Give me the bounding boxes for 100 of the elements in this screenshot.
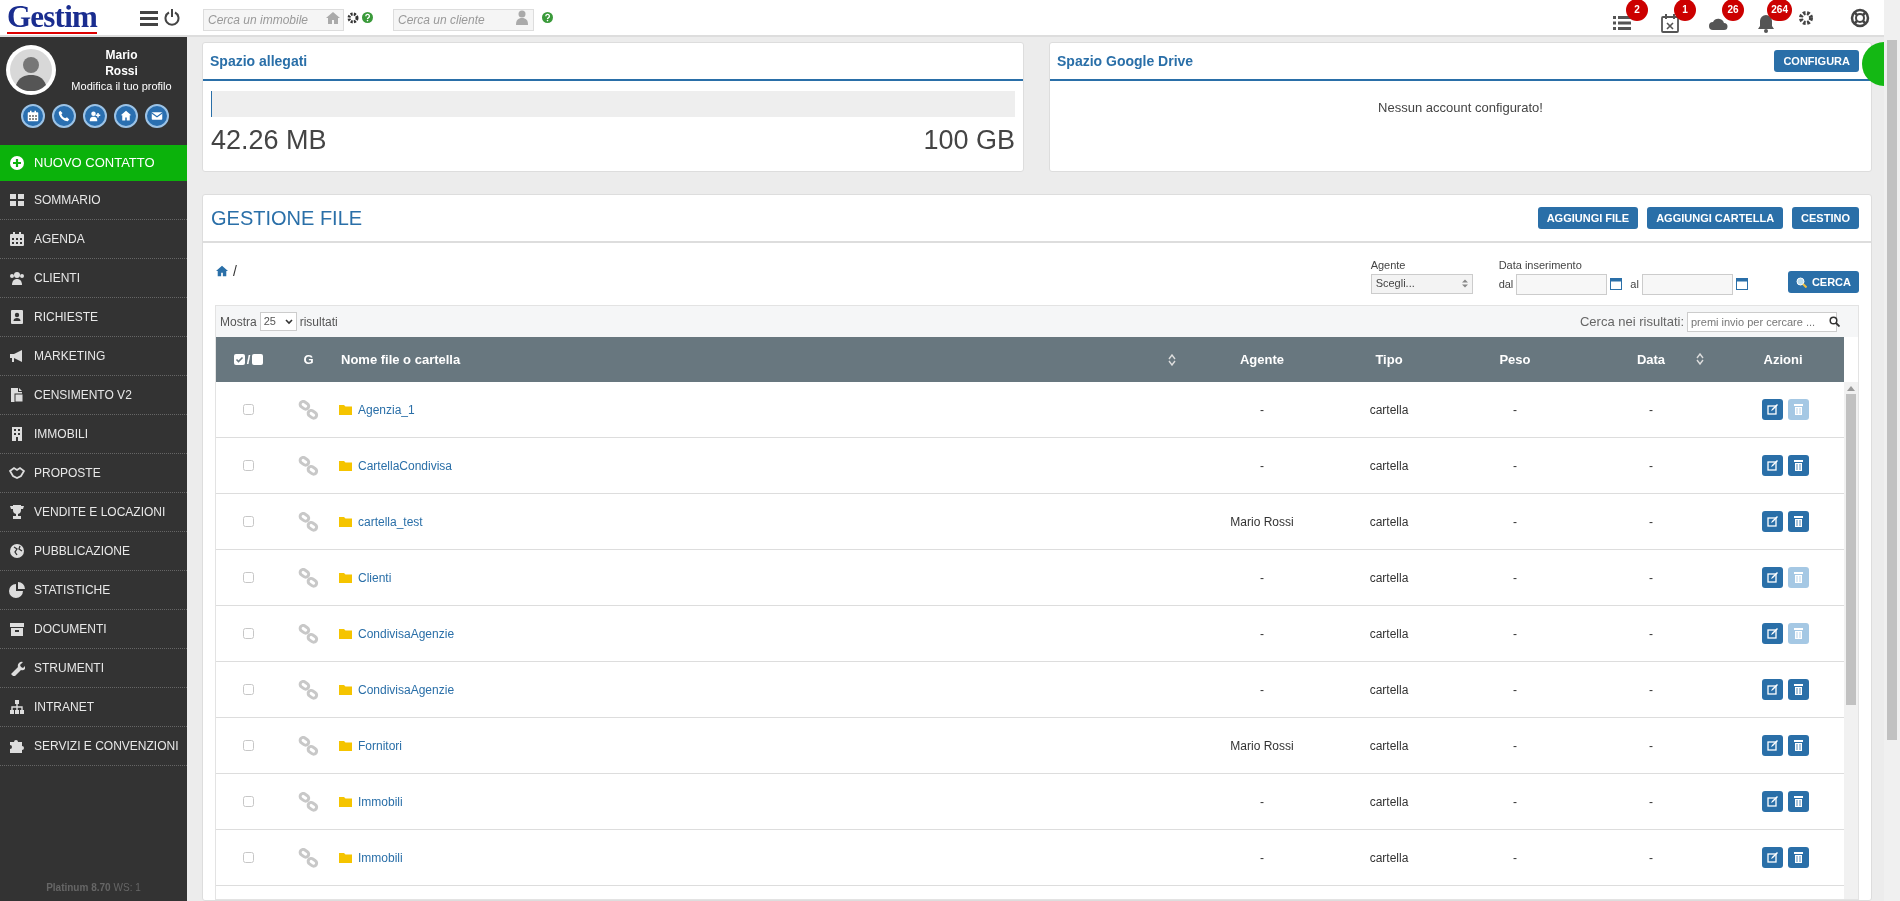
delete-button[interactable] — [1787, 735, 1809, 756]
trash-icon — [1793, 852, 1803, 863]
folder-link[interactable]: Immobili — [358, 848, 403, 867]
search-icon — [1795, 276, 1807, 288]
help-icon — [542, 12, 553, 23]
building-icon — [9, 426, 25, 442]
sidebar-item[interactable]: AGENDA — [0, 220, 187, 259]
logo[interactable]: Gestim — [7, 1, 98, 34]
client-search-field[interactable]: Cerca un cliente — [393, 8, 534, 31]
delete-button[interactable] — [1787, 791, 1809, 812]
empty-message: Nessun account configurato! — [1378, 99, 1543, 117]
table-cell-text: cartella — [1368, 401, 1410, 419]
link-icon — [297, 735, 320, 756]
folder-link[interactable]: CondivisaAgenzie — [358, 624, 455, 643]
power-icon — [164, 9, 180, 26]
folder-link[interactable]: CartellaCondivisa — [358, 456, 453, 475]
sitemap-icon — [9, 699, 25, 715]
scrollbar[interactable] — [1844, 382, 1858, 899]
edit-button[interactable] — [1761, 791, 1783, 812]
sidebar-item[interactable]: RICHIESTE — [0, 298, 187, 337]
phone-icon — [57, 110, 70, 122]
sidebar-item[interactable]: IMMOBILI — [0, 415, 187, 454]
contact-card-icon — [9, 309, 25, 325]
edit-icon — [1766, 628, 1778, 639]
table-cell-text: - — [1648, 737, 1654, 755]
column-header[interactable]: Data — [1580, 337, 1722, 382]
delete-button[interactable] — [1787, 847, 1809, 868]
sidebar-item[interactable]: PUBBLICAZIONE — [0, 532, 187, 571]
folder-link[interactable]: Fornitori — [358, 736, 402, 755]
sidebar-item[interactable]: CLIENTI — [0, 259, 187, 298]
edit-button[interactable] — [1761, 847, 1783, 868]
table-cell-text: - — [1648, 401, 1654, 419]
folder-link[interactable]: Agenzia_1 — [358, 400, 415, 419]
sidebar-item[interactable]: CENSIMENTO V2 — [0, 376, 187, 415]
edit-icon — [1766, 460, 1778, 471]
trash-button[interactable]: CESTINO — [1792, 207, 1859, 229]
link-icon — [297, 791, 320, 812]
folder-icon — [339, 404, 352, 415]
home-icon — [119, 110, 132, 122]
sidebar-item[interactable]: SOMMARIO — [0, 181, 187, 220]
table-cell-text: - — [1512, 457, 1518, 475]
date-to-field[interactable] — [1641, 273, 1733, 295]
sidebar-item[interactable]: STATISTICHE — [0, 571, 187, 610]
property-search-field[interactable]: Cerca un immobile — [203, 8, 344, 31]
folder-link[interactable]: cartella_test — [358, 512, 423, 531]
phone-button[interactable] — [51, 104, 76, 128]
table-cell-text: - — [1512, 681, 1518, 699]
edit-button[interactable] — [1761, 399, 1783, 420]
used-space: 42.26 MB — [211, 124, 327, 157]
sort-icon — [1461, 279, 1468, 288]
date-from-field[interactable] — [1516, 273, 1608, 295]
documents-icon — [9, 387, 25, 403]
folder-link[interactable]: Immobili — [358, 792, 403, 811]
add-user-button[interactable] — [82, 104, 107, 128]
delete-button[interactable] — [1787, 679, 1809, 700]
pie-chart-icon — [9, 582, 25, 598]
edit-profile-link[interactable]: Modifica il tuo profilo — [71, 79, 172, 94]
edit-button[interactable] — [1761, 735, 1783, 756]
edit-button[interactable] — [1761, 679, 1783, 700]
delete-button[interactable] — [1787, 511, 1809, 532]
sidebar-item[interactable]: SERVIZI E CONVENZIONI — [0, 727, 187, 766]
page-scrollbar[interactable] — [1884, 0, 1900, 901]
notification-count: 2 — [1626, 0, 1648, 21]
folder-link[interactable]: CondivisaAgenzie — [358, 680, 455, 699]
filter-label: Agente — [1370, 258, 1407, 273]
column-header: Peso — [1498, 350, 1532, 369]
search-button[interactable]: CERCA — [1787, 271, 1859, 293]
calendar-button[interactable] — [20, 104, 45, 128]
agent-select[interactable]: Scegli... — [1370, 273, 1473, 294]
configure-button[interactable]: CONFIGURA — [1774, 50, 1859, 72]
add-file-button[interactable]: AGGIUNGI FILE — [1537, 207, 1639, 229]
checked-checkbox-icon — [233, 354, 245, 365]
table-cell-text: - — [1259, 625, 1265, 643]
results-search-field[interactable]: premi invio per cercare ... — [1687, 311, 1837, 332]
add-folder-button[interactable]: AGGIUNGI CARTELLA — [1647, 207, 1784, 229]
sidebar-item[interactable]: INTRANET — [0, 688, 187, 727]
table-cell-text: - — [1259, 681, 1265, 699]
edit-button[interactable] — [1761, 567, 1783, 588]
panel-title: Spazio allegati — [210, 51, 308, 71]
edit-icon — [1766, 684, 1778, 695]
home-button[interactable] — [113, 104, 138, 128]
table-cell-text: - — [1648, 681, 1654, 699]
mail-button[interactable] — [144, 104, 169, 128]
sidebar-item[interactable]: STRUMENTI — [0, 649, 187, 688]
edit-button[interactable] — [1761, 455, 1783, 476]
sidebar-item[interactable]: MARKETING — [0, 337, 187, 376]
edit-button[interactable] — [1761, 623, 1783, 644]
folder-link[interactable]: Clienti — [358, 568, 392, 587]
sidebar-item[interactable]: DOCUMENTI — [0, 610, 187, 649]
column-header[interactable]: Nome file o cartella — [336, 337, 1196, 382]
breadcrumb[interactable]: / — [233, 261, 237, 282]
table-cell-text: - — [1648, 569, 1654, 587]
page-size-select[interactable]: 25 — [259, 312, 297, 331]
delete-button[interactable] — [1787, 455, 1809, 476]
edit-button[interactable] — [1761, 511, 1783, 532]
link-icon — [297, 455, 320, 476]
sidebar-item[interactable]: PROPOSTE — [0, 454, 187, 493]
sidebar-item[interactable]: VENDITE E LOCAZIONI — [0, 493, 187, 532]
avatar[interactable] — [6, 45, 56, 95]
users-icon — [9, 270, 25, 286]
